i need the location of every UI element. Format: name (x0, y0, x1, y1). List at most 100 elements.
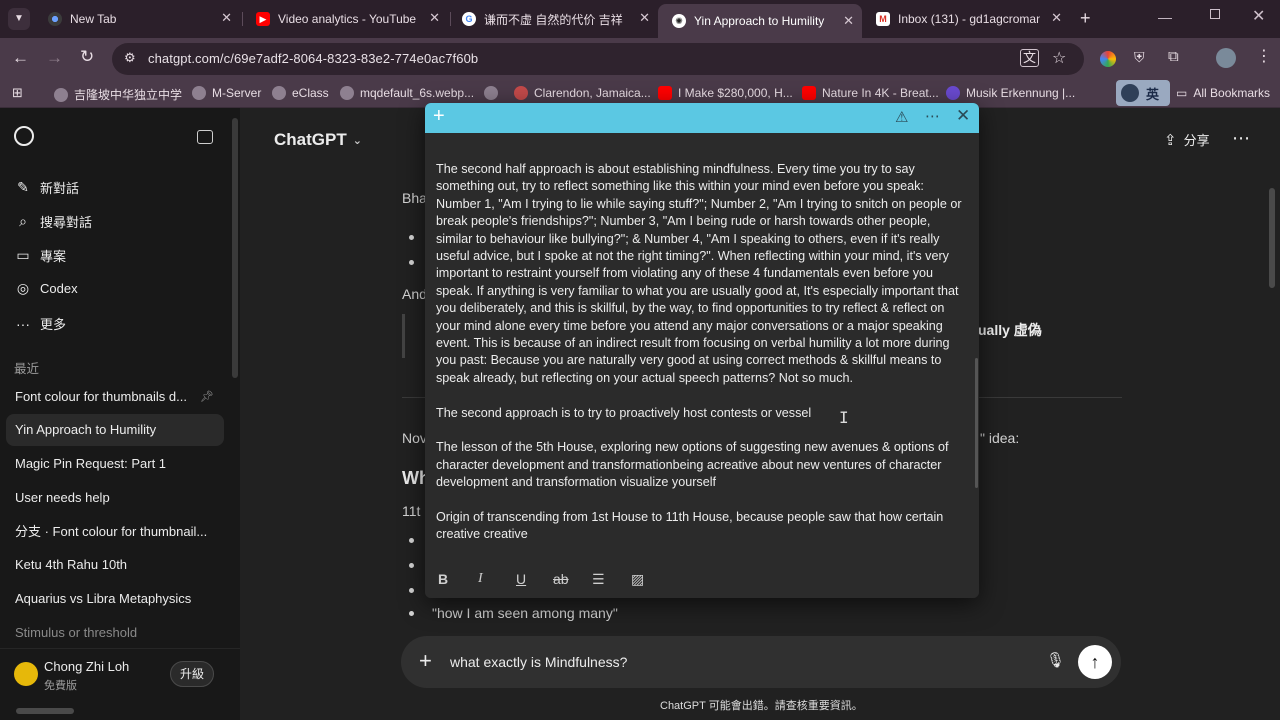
forward-arrow-icon[interactable]: → (46, 48, 63, 68)
chat-composer[interactable]: + what exactly is Mindfulness? 🎙︎ ↑ (401, 636, 1121, 688)
translate-icon[interactable]: 文 (1020, 49, 1040, 67)
bookmark-item[interactable]: I Make $280,000, H... (658, 86, 793, 100)
composer-input[interactable]: what exactly is Mindfulness? (450, 654, 627, 670)
bookmark-item[interactable]: eClass (272, 86, 329, 100)
sidebar-item-more[interactable]: ··· 更多 (14, 314, 66, 333)
sidebar-item-projects[interactable]: ▭ 專案 (14, 246, 66, 265)
note-editor-popup: + ⚠ ⋯ ✕ The second half approach is abou… (425, 103, 979, 598)
close-icon[interactable]: ✕ (221, 10, 232, 26)
puzzle-extension-icon[interactable]: ⧉ (1168, 48, 1179, 65)
tab-new-tab[interactable]: New Tab ✕ (34, 6, 240, 32)
chat-item[interactable]: Aquarius vs Libra Metaphysics (6, 583, 224, 615)
bookmark-item[interactable]: Nature In 4K - Breat... (802, 86, 939, 100)
close-icon[interactable]: ✕ (843, 13, 854, 29)
plus-icon[interactable]: + (419, 648, 432, 674)
user-profile[interactable]: Chong Zhi Loh 免費版 升級 (0, 648, 240, 708)
pin-icon[interactable]: 📌︎ (200, 381, 214, 413)
browser-tab-strip: ▼ New Tab ✕ ▶ Video analytics - YouTube … (0, 0, 1280, 38)
bookmark-item[interactable]: M-Server (192, 86, 261, 100)
warning-icon[interactable]: ⚠ (895, 108, 908, 126)
sidebar-item-search[interactable]: ⌕ 搜尋對話 (14, 212, 92, 231)
tab-youtube-studio[interactable]: ▶ Video analytics - YouTube Studio ✕ (242, 6, 448, 32)
reload-icon[interactable]: ↻ (80, 47, 94, 67)
close-icon[interactable]: ✕ (429, 10, 440, 26)
extension-colorful-icon[interactable] (1100, 51, 1116, 67)
horizontal-scrollbar[interactable] (16, 708, 74, 714)
microphone-icon[interactable]: 🎙︎ (1046, 651, 1065, 669)
window-close-icon[interactable]: ✕ (1252, 6, 1265, 26)
sidebar-toggle-icon[interactable] (197, 130, 213, 144)
search-icon: ⌕ (19, 213, 27, 229)
bookmark-label: mqdefault_6s.webp... (360, 86, 475, 100)
bookmark-star-icon[interactable]: ☆ (1052, 48, 1066, 68)
bookmark-item[interactable]: Clarendon, Jamaica... (514, 86, 651, 100)
sidebar-item-codex[interactable]: ◎ Codex (14, 280, 78, 297)
user-name: Chong Zhi Loh (44, 659, 130, 674)
tab-search-button[interactable]: ▼ (8, 8, 30, 30)
chat-item[interactable]: User needs help (6, 482, 224, 514)
list-icon[interactable]: ☰ (592, 571, 605, 588)
chat-text: Bha (402, 190, 427, 206)
bookmark-item[interactable]: mqdefault_6s.webp... (340, 86, 474, 100)
more-options-icon[interactable]: ⋯ (925, 107, 940, 125)
chat-item-label: User needs help (15, 490, 110, 505)
tab-yin-approach[interactable]: ✺ Yin Approach to Humility ✕ (658, 4, 862, 38)
google-icon: G (462, 12, 476, 26)
tab-google-search[interactable]: G 谦而不虚 自然的代价 吉祥 - ✕ (448, 6, 658, 32)
chat-item[interactable]: Ketu 4th Rahu 10th (6, 549, 224, 581)
bookmark-item[interactable] (484, 86, 504, 100)
send-button[interactable]: ↑ (1078, 645, 1112, 679)
sidebar-item-new-chat[interactable]: ✎ 新對話 (14, 178, 79, 197)
bookmark-item[interactable]: Musik Erkennung |... (946, 86, 1075, 100)
chat-item[interactable]: 分支 · Font colour for thumbnail... (6, 516, 224, 548)
music-icon (946, 86, 960, 100)
add-note-icon[interactable]: + (433, 105, 445, 128)
apps-grid-icon[interactable]: ⊞ (12, 85, 23, 101)
underline-icon[interactable]: U (516, 571, 526, 587)
note-scrollbar[interactable] (975, 358, 978, 488)
note-editor-titlebar[interactable]: + ⚠ ⋯ ✕ (425, 103, 979, 133)
language-badge-label: 英 (1146, 87, 1160, 102)
address-bar[interactable]: ⚙ chatgpt.com/c/69e7adf2-8064-8323-83e2-… (112, 43, 1084, 75)
bullet-dot (409, 260, 414, 265)
globe-icon (484, 86, 498, 100)
chat-item[interactable]: Font colour for thumbnails d... 📌︎ (6, 381, 224, 413)
share-button[interactable]: ⇪ 分享 (1164, 130, 1210, 149)
bookmark-label: eClass (292, 86, 329, 100)
close-icon[interactable]: ✕ (956, 106, 970, 126)
image-icon[interactable]: ▨ (631, 571, 644, 588)
shield-extension-icon[interactable]: ⛨ (1134, 49, 1145, 66)
close-icon[interactable]: ✕ (1051, 10, 1062, 26)
chat-item-selected[interactable]: Yin Approach to Humility (6, 414, 224, 446)
all-bookmarks[interactable]: ▭ All Bookmarks (1176, 86, 1270, 100)
browser-menu-icon[interactable]: ⋮ (1256, 46, 1272, 66)
restore-icon[interactable] (1210, 9, 1220, 19)
upgrade-button[interactable]: 升級 (170, 661, 214, 687)
back-arrow-icon[interactable]: ← (12, 48, 29, 68)
strikethrough-icon[interactable]: ab (553, 571, 569, 587)
all-bookmarks-label: All Bookmarks (1193, 86, 1271, 100)
chat-item[interactable]: Stimulus or threshold (6, 617, 224, 649)
model-selector[interactable]: ChatGPT ⌄ (274, 130, 362, 150)
site-settings-icon[interactable]: ⚙ (124, 50, 136, 66)
chatgpt-logo-icon[interactable] (14, 126, 34, 146)
bookmark-item[interactable]: 吉隆坡中华独立中学 (54, 86, 182, 103)
sidebar-scrollbar[interactable] (232, 118, 238, 378)
italic-icon[interactable]: I (478, 571, 483, 587)
youtube-icon (802, 86, 816, 100)
tab-gmail-inbox[interactable]: M Inbox (131) - gd1agcromanc ✕ (862, 6, 1070, 32)
profile-avatar[interactable] (1216, 48, 1236, 68)
note-editor-body[interactable]: The second half approach is about establ… (436, 161, 968, 555)
more-options-icon[interactable]: ⋯ (1232, 128, 1250, 149)
tab-label: New Tab (70, 12, 117, 26)
formatting-toolbar: B I U ab ☰ ▨ (425, 561, 979, 598)
minimize-icon[interactable]: — (1158, 9, 1172, 25)
new-tab-plus-icon[interactable]: + (1080, 8, 1091, 29)
youtube-icon: ▶ (256, 12, 270, 26)
note-paragraph: Origin of transcending from 1st House to… (436, 510, 944, 542)
language-badge[interactable]: 英 (1116, 80, 1170, 106)
main-scrollbar[interactable] (1269, 188, 1275, 288)
close-icon[interactable]: ✕ (639, 10, 650, 26)
chat-item[interactable]: Magic Pin Request: Part 1 (6, 448, 224, 480)
bold-icon[interactable]: B (438, 571, 448, 587)
